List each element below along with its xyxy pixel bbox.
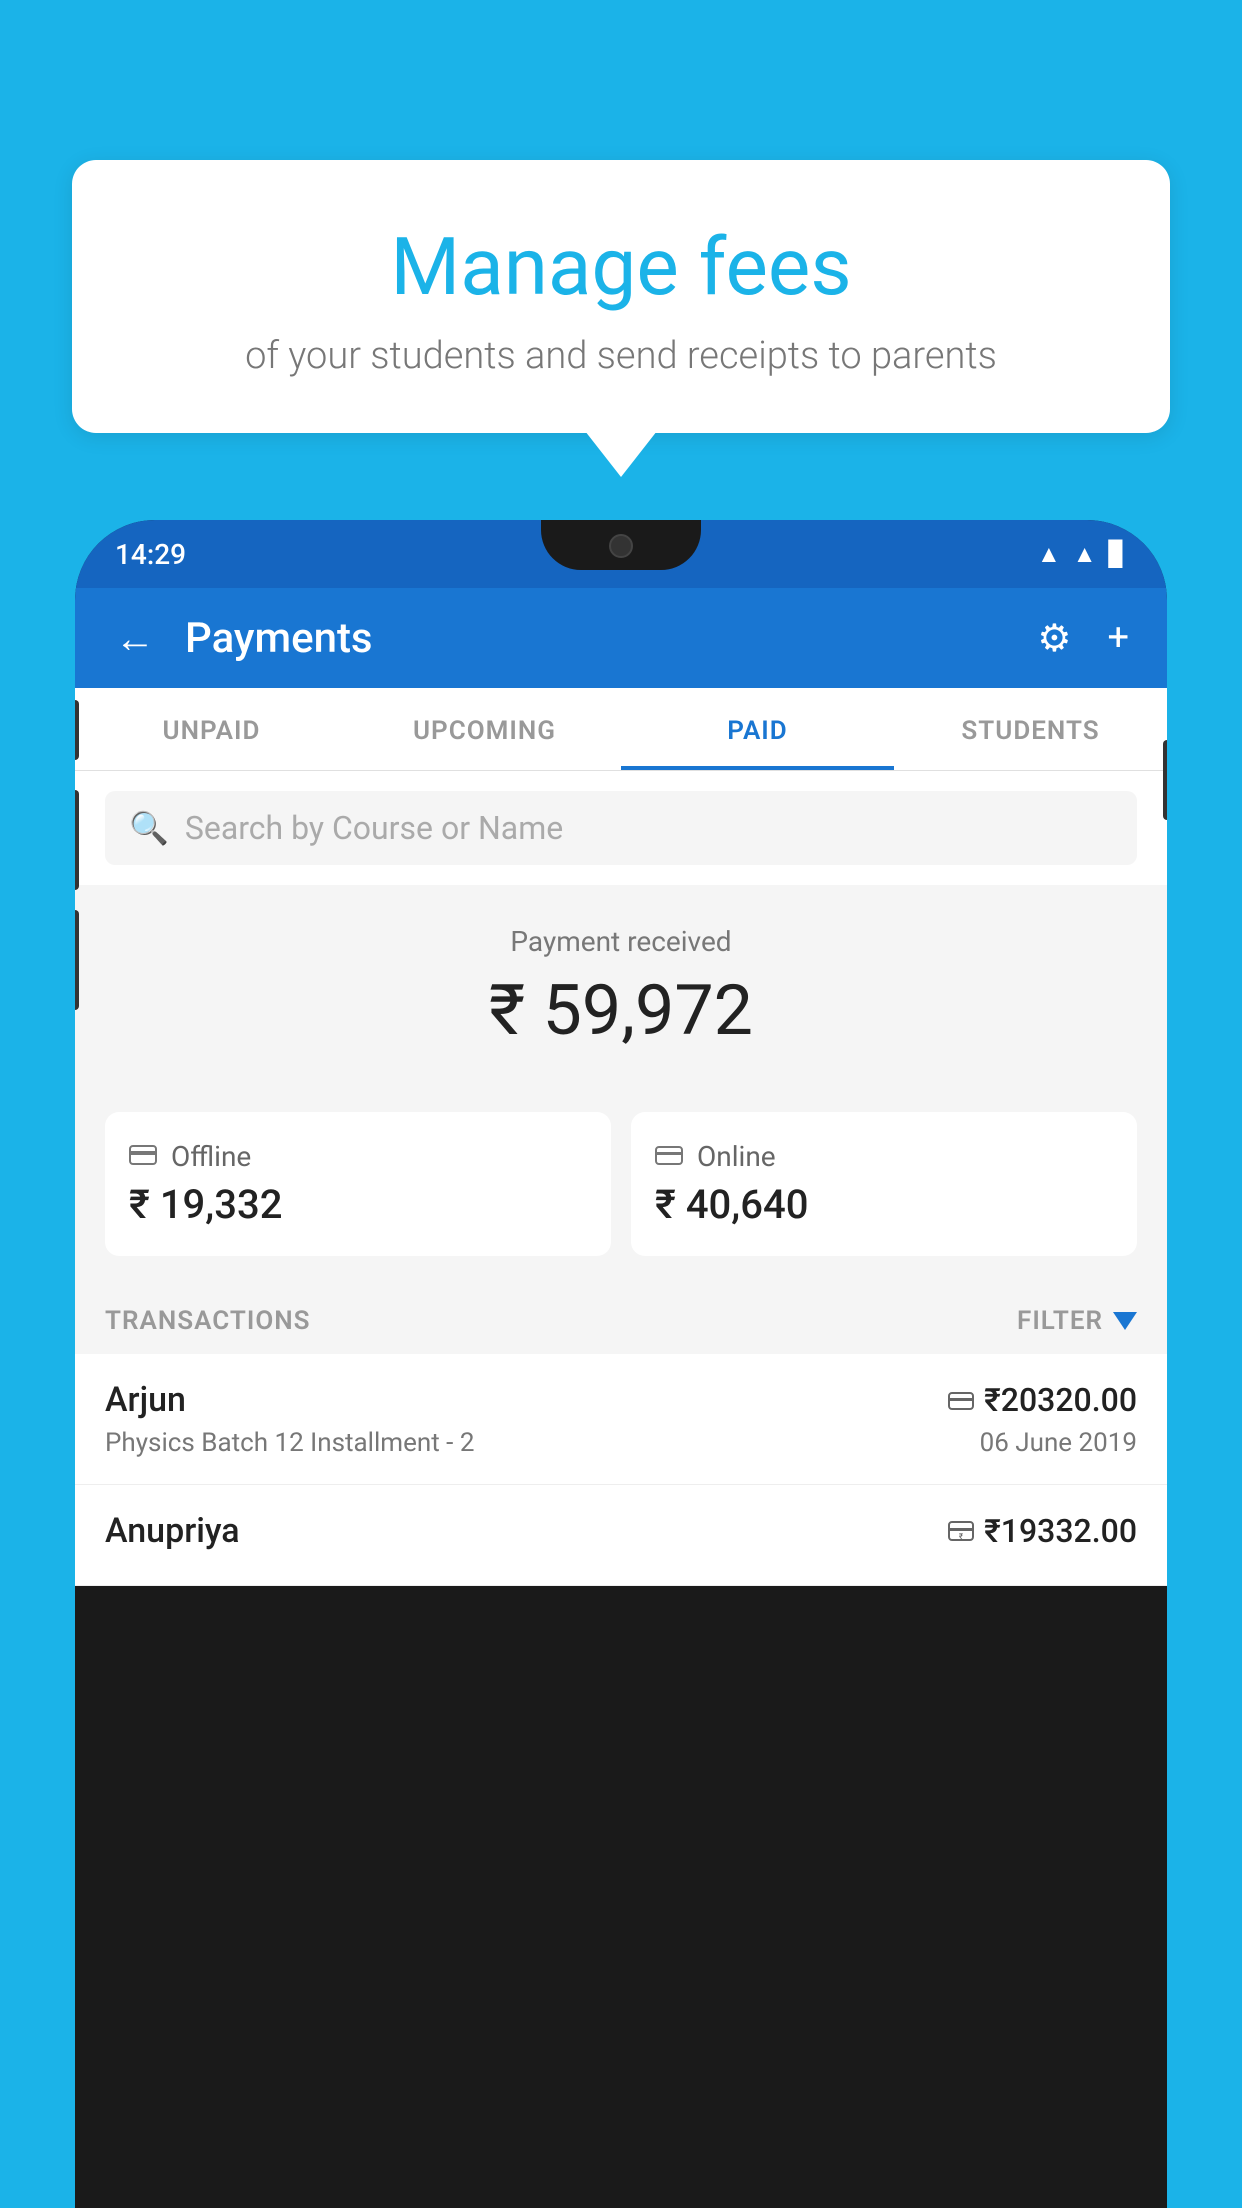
search-section: 🔍 Search by Course or Name <box>75 771 1167 885</box>
transactions-header: TRANSACTIONS FILTER <box>75 1286 1167 1354</box>
tab-unpaid[interactable]: UNPAID <box>75 688 348 770</box>
online-label: Online <box>697 1140 776 1173</box>
side-button-left-3 <box>75 910 79 1010</box>
notch <box>541 520 701 570</box>
filter-icon <box>1113 1312 1137 1330</box>
camera <box>609 534 633 558</box>
header-icons: ⚙ + <box>1029 608 1137 669</box>
transaction-row[interactable]: Arjun ₹20320.00 Physics Batch 12 Install… <box>75 1354 1167 1485</box>
transaction-row-2-top: Anupriya ₹ ₹19332.00 <box>105 1511 1137 1551</box>
phone-frame: 14:29 ▲ ▲ ▊ ← Payments ⚙ + UNPAID UPCOMI… <box>75 520 1167 2208</box>
payment-received-label: Payment received <box>105 925 1137 958</box>
bubble-title: Manage fees <box>132 220 1110 314</box>
gear-button[interactable]: ⚙ <box>1029 608 1079 669</box>
app-header: ← Payments ⚙ + <box>75 588 1167 688</box>
payment-cards: Offline ₹ 19,332 Online ₹ 40,640 <box>75 1112 1167 1286</box>
transaction-row-bottom: Physics Batch 12 Installment - 2 06 June… <box>105 1428 1137 1458</box>
online-amount: ₹ 40,640 <box>655 1181 1113 1228</box>
offline-label: Offline <box>171 1140 251 1173</box>
header-title: Payments <box>185 614 1009 663</box>
payment-received-section: Payment received ₹ 59,972 <box>75 885 1167 1112</box>
add-button[interactable]: + <box>1099 608 1137 668</box>
speech-bubble: Manage fees of your students and send re… <box>72 160 1170 433</box>
tab-paid[interactable]: PAID <box>621 688 894 770</box>
transaction-name: Arjun <box>105 1380 186 1420</box>
transaction-name-2: Anupriya <box>105 1511 240 1551</box>
transaction-course: Physics Batch 12 Installment - 2 <box>105 1428 474 1458</box>
transaction-amount-2: ₹ ₹19332.00 <box>948 1512 1137 1550</box>
online-payment-icon <box>948 1381 974 1419</box>
back-button[interactable]: ← <box>105 605 165 672</box>
offline-card-header: Offline <box>129 1140 587 1173</box>
search-input[interactable]: Search by Course or Name <box>185 809 563 847</box>
bubble-subtitle: of your students and send receipts to pa… <box>132 334 1110 378</box>
transaction-row-top: Arjun ₹20320.00 <box>105 1380 1137 1420</box>
tab-upcoming[interactable]: UPCOMING <box>348 688 621 770</box>
search-icon: 🔍 <box>129 809 169 847</box>
offline-payment-icon-2: ₹ <box>948 1512 974 1550</box>
status-time: 14:29 <box>115 538 186 571</box>
wifi-icon: ▲ <box>1037 540 1061 569</box>
offline-card: Offline ₹ 19,332 <box>105 1112 611 1256</box>
transaction-date: 06 June 2019 <box>980 1428 1137 1458</box>
tab-students[interactable]: STUDENTS <box>894 688 1167 770</box>
filter-label: FILTER <box>1017 1306 1103 1336</box>
online-card: Online ₹ 40,640 <box>631 1112 1137 1256</box>
offline-icon <box>129 1140 157 1173</box>
signal-icon: ▲ <box>1073 540 1097 569</box>
tabs-bar: UNPAID UPCOMING PAID STUDENTS <box>75 688 1167 771</box>
screen-content: 🔍 Search by Course or Name Payment recei… <box>75 771 1167 1586</box>
offline-amount: ₹ 19,332 <box>129 1181 587 1228</box>
status-icons: ▲ ▲ ▊ <box>1037 540 1127 569</box>
status-bar: 14:29 ▲ ▲ ▊ <box>75 520 1167 588</box>
side-button-left-2 <box>75 790 79 890</box>
transaction-row-2[interactable]: Anupriya ₹ ₹19332.00 <box>75 1485 1167 1586</box>
online-icon <box>655 1140 683 1173</box>
search-input-wrap[interactable]: 🔍 Search by Course or Name <box>105 791 1137 865</box>
battery-icon: ▊ <box>1109 540 1127 568</box>
transactions-label: TRANSACTIONS <box>105 1306 311 1336</box>
payment-amount: ₹ 59,972 <box>105 970 1137 1052</box>
filter-button[interactable]: FILTER <box>1017 1306 1137 1336</box>
online-card-header: Online <box>655 1140 1113 1173</box>
transaction-amount: ₹20320.00 <box>948 1381 1137 1419</box>
